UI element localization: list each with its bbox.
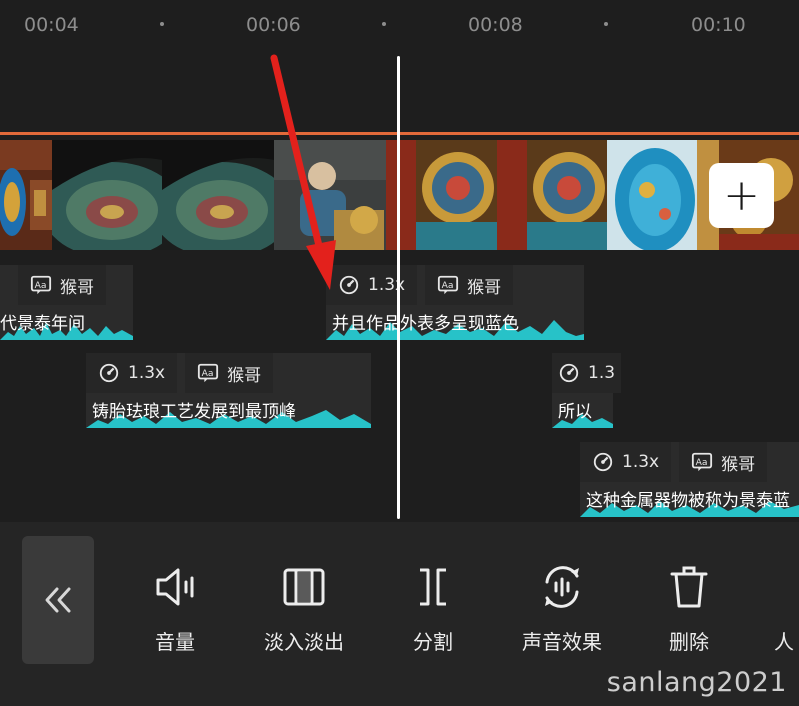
volume-icon xyxy=(156,568,194,606)
split-label: 分割 xyxy=(413,630,453,654)
more-tool-button[interactable]: 人 xyxy=(744,562,799,655)
bottom-toolbar: 音量 淡入淡出 分割 声音效果 删除 人 sanlang2021 xyxy=(0,522,799,706)
fade-button[interactable]: 淡入淡出 xyxy=(249,562,359,655)
audio-clip[interactable]: 1.3x Aa 猴哥 铸胎珐琅工艺发展到最顶峰 xyxy=(86,353,371,428)
clip-caption: 铸胎珐琅工艺发展到最顶峰 xyxy=(92,402,296,422)
video-thumbnail xyxy=(386,140,497,250)
video-thumbnail xyxy=(0,140,52,250)
fade-icon xyxy=(283,568,325,606)
svg-text:Aa: Aa xyxy=(442,280,454,291)
svg-text:Aa: Aa xyxy=(35,280,47,291)
watermark: sanlang2021 xyxy=(606,667,787,698)
fade-label: 淡入淡出 xyxy=(264,630,344,654)
clip-caption: 代景泰年间 xyxy=(0,314,85,334)
playhead[interactable] xyxy=(397,56,400,519)
svg-text:Aa: Aa xyxy=(202,368,214,379)
svg-text:Aa: Aa xyxy=(696,457,708,468)
ruler-dot xyxy=(604,22,608,26)
split-button[interactable]: 分割 xyxy=(378,562,488,655)
audio-clip[interactable]: 1.3x Aa 猴哥 这种金属器物被称为景泰蓝 xyxy=(580,442,799,517)
sound-effect-button[interactable]: 声音效果 xyxy=(507,562,617,655)
add-clip-button[interactable]: + xyxy=(709,163,774,228)
video-thumbnail xyxy=(162,140,274,250)
ruler-tick: 00:08 xyxy=(468,14,523,36)
ruler-dot xyxy=(382,22,386,26)
video-thumbnail xyxy=(497,140,607,250)
delete-icon xyxy=(670,566,708,608)
clip-caption: 所以 xyxy=(558,402,592,422)
more-tool-label: 人 xyxy=(774,630,794,654)
more-icon xyxy=(744,562,794,612)
collapse-button[interactable] xyxy=(22,536,94,664)
delete-label: 删除 xyxy=(669,630,709,654)
audio-clip[interactable]: Aa 猴哥 代景泰年间 xyxy=(0,265,133,340)
ruler-tick: 00:06 xyxy=(246,14,301,36)
ruler-dot xyxy=(160,22,164,26)
audio-clip[interactable]: 1.3 所以 xyxy=(552,353,622,428)
clip-caption: 这种金属器物被称为景泰蓝 xyxy=(586,491,790,511)
volume-button[interactable]: 音量 xyxy=(120,562,230,655)
delete-button[interactable]: 删除 xyxy=(634,562,744,655)
double-chevron-left-icon xyxy=(45,587,71,613)
video-thumbnail xyxy=(52,140,162,250)
sound-effect-icon xyxy=(545,566,579,608)
video-thumbnail xyxy=(274,140,386,250)
split-icon xyxy=(420,568,446,606)
volume-label: 音量 xyxy=(155,630,195,654)
sound-effect-label: 声音效果 xyxy=(522,630,602,654)
audio-clip[interactable]: 1.3x Aa 猴哥 并且作品外表多呈现蓝色 xyxy=(326,265,584,340)
video-thumbnail xyxy=(607,140,719,250)
timeline-area[interactable]: 00:04 00:06 00:08 00:10 + Aa 猴哥 代景泰年间 1.… xyxy=(0,0,799,522)
ruler-tick: 00:04 xyxy=(24,14,79,36)
ruler-tick: 00:10 xyxy=(691,14,746,36)
clip-caption: 并且作品外表多呈现蓝色 xyxy=(332,314,519,334)
